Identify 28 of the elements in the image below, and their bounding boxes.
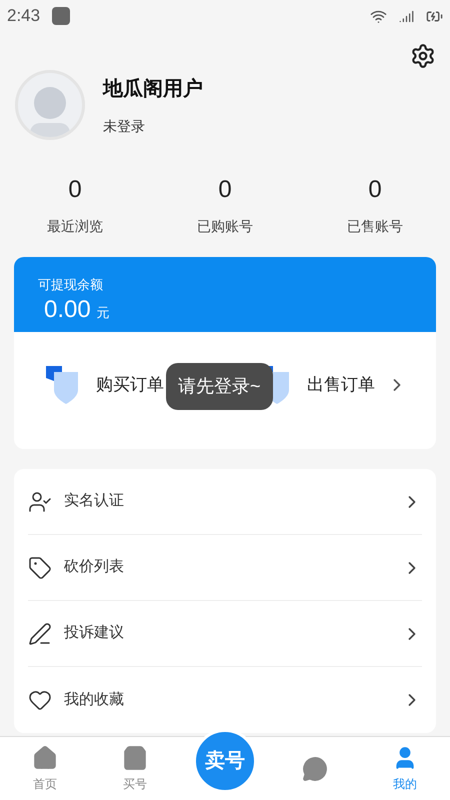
settings-icon[interactable]	[410, 43, 436, 69]
pen-icon	[28, 622, 52, 646]
stat-label[interactable]: 最近浏览	[47, 216, 103, 237]
stat-label[interactable]: 已售账号	[347, 216, 403, 237]
tag-icon	[28, 556, 52, 580]
menu-item[interactable]: 投诉建议	[28, 601, 422, 667]
signal-icon	[399, 8, 414, 24]
nav-tab[interactable]: 首页	[0, 737, 90, 800]
balance-unit: 元	[96, 304, 110, 322]
balance-amount: 0.00	[44, 294, 91, 324]
person-check-icon	[28, 490, 52, 514]
home-icon	[32, 744, 58, 770]
stat-value: 0	[218, 175, 232, 205]
stat-value: 0	[368, 175, 382, 205]
status-time: 2:43	[7, 5, 40, 28]
app-icon	[52, 7, 70, 25]
user-name: 地瓜阁用户	[103, 76, 203, 102]
toast: 请先登录~	[166, 363, 273, 410]
balance-label: 可提现余额	[38, 276, 104, 294]
menu-item[interactable]: 砍价列表	[28, 535, 422, 601]
nav-tab[interactable]: 买号	[90, 737, 180, 800]
login-status[interactable]: 未登录	[103, 116, 203, 136]
heart-icon	[28, 688, 52, 712]
stat-value: 0	[68, 175, 82, 205]
stat-label[interactable]: 已购账号	[197, 216, 253, 237]
menu-item[interactable]: 实名认证	[28, 469, 422, 535]
nav-tab[interactable]: 我的	[360, 737, 450, 800]
chat-icon	[302, 756, 328, 782]
